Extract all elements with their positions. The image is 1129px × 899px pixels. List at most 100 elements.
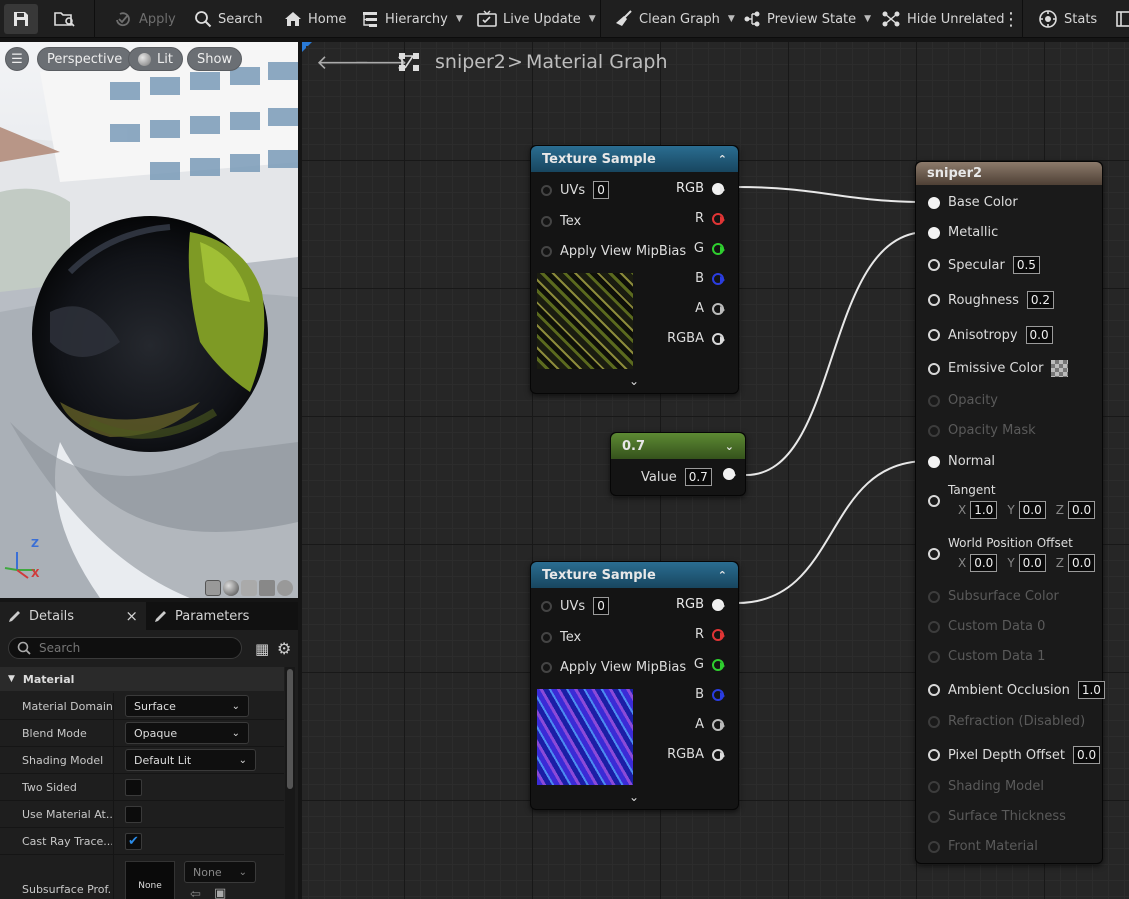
pdo-pin[interactable] (928, 749, 940, 761)
tangent-pin[interactable] (928, 495, 940, 507)
roughness-pin[interactable] (928, 294, 940, 306)
viewport-menu-button[interactable]: ☰ (5, 47, 29, 71)
preview-state-button[interactable]: Preview State ▼ (743, 0, 871, 38)
b-output-pin[interactable] (712, 688, 725, 701)
rgba-output-pin[interactable] (712, 332, 725, 345)
uvs-value[interactable]: 0 (593, 597, 609, 615)
ao-value[interactable]: 1.0 (1077, 681, 1105, 699)
material-domain-dropdown[interactable]: Surface ⌄ (125, 695, 249, 717)
tex-pin[interactable] (541, 216, 552, 227)
tangent-x-field[interactable]: 1.0 (970, 501, 998, 519)
cylinder-icon[interactable] (205, 580, 221, 596)
value-output-pin[interactable] (723, 468, 736, 480)
wpo-x-field[interactable]: 0.0 (970, 554, 998, 572)
details-scrollbar-track[interactable] (285, 667, 295, 899)
cube-icon[interactable] (259, 580, 275, 596)
plane-icon[interactable] (241, 580, 257, 596)
shading-model-dropdown[interactable]: Default Lit ⌄ (125, 749, 256, 771)
live-update-button[interactable]: Live Update ▼ (477, 0, 596, 38)
material-result-node[interactable]: sniper2 Base Color Metallic Specular 0.5 … (915, 161, 1105, 864)
constant-node[interactable]: 0.7 ⌄ Value 0.7 (610, 432, 746, 496)
stats-button[interactable]: Stats (1038, 0, 1097, 38)
wpo-y-field[interactable]: 0.0 (1018, 554, 1046, 572)
tab-parameters[interactable]: Parameters (146, 602, 257, 630)
tangent-y-field[interactable]: 0.0 (1018, 501, 1046, 519)
cast-ray-traced-shadows-checkbox[interactable]: ✔ (125, 833, 142, 850)
show-button[interactable]: Show (187, 47, 243, 71)
material-graph[interactable]: 🡐 🡒 sniper2 > Material Graph Texture Sam… (302, 42, 1129, 899)
preview-viewport[interactable]: Z X ☰ Perspective Lit Show (0, 42, 298, 598)
g-output-pin[interactable] (712, 242, 725, 255)
hide-unrelated-button[interactable]: Hide Unrelated (881, 0, 1005, 38)
collapse-icon[interactable]: ⌃ (718, 569, 727, 582)
expand-icon[interactable]: ⌄ (629, 790, 639, 804)
constant-header[interactable]: 0.7 ⌄ (611, 433, 745, 459)
chevron-down-icon[interactable]: ⌄ (725, 440, 734, 453)
material-section-header[interactable]: ▼ Material (0, 667, 284, 691)
roughness-value[interactable]: 0.2 (1026, 291, 1055, 309)
rgb-output-pin[interactable] (712, 182, 725, 195)
emissive-pin[interactable] (928, 362, 940, 375)
value-field[interactable]: 0.7 (684, 468, 712, 486)
uvs-pin[interactable] (541, 184, 552, 196)
specular-value[interactable]: 0.5 (1012, 256, 1040, 274)
home-button[interactable]: Home (284, 0, 346, 38)
collapse-icon[interactable]: ⌃ (718, 153, 727, 166)
two-sided-checkbox[interactable] (125, 779, 142, 796)
tex-pin[interactable] (541, 632, 552, 643)
ao-pin[interactable] (928, 684, 940, 696)
expand-icon[interactable]: ⌄ (629, 374, 639, 388)
details-search[interactable] (8, 637, 242, 659)
use-material-attributes-checkbox[interactable] (125, 806, 142, 823)
uvs-pin[interactable] (541, 600, 552, 612)
table-view-icon[interactable]: ▦ (255, 640, 269, 658)
tangent-z-field[interactable]: 0.0 (1068, 501, 1096, 519)
hierarchy-button[interactable]: Hierarchy ▼ (361, 0, 463, 38)
perspective-button[interactable]: Perspective (37, 47, 133, 71)
lit-button[interactable]: Lit (128, 47, 183, 71)
g-output-pin[interactable] (712, 658, 725, 671)
search-button[interactable]: Search (194, 0, 263, 38)
texture-sample-node-1[interactable]: Texture Sample ⌃ UVs 0 Tex Apply View Mip… (530, 145, 739, 394)
details-scrollbar-thumb[interactable] (287, 669, 293, 789)
tab-details[interactable]: Details × (0, 602, 146, 630)
b-output-pin[interactable] (712, 272, 725, 285)
subsurface-profile-thumbnail[interactable]: None (125, 861, 175, 899)
metallic-pin[interactable] (928, 226, 940, 239)
browse-button[interactable] (54, 0, 76, 38)
panel-toggle-button[interactable] (1116, 0, 1129, 38)
wpo-z-field[interactable]: 0.0 (1068, 554, 1096, 572)
texture-sample-node-2[interactable]: Texture Sample ⌃ UVs 0 Tex Apply View Mip… (530, 561, 739, 810)
more-options-button[interactable]: ⋮ (1002, 0, 1020, 38)
texture-sample-header[interactable]: Texture Sample ⌃ (531, 146, 738, 172)
teapot-icon[interactable] (277, 580, 293, 596)
sphere-icon[interactable] (223, 580, 239, 596)
blend-mode-dropdown[interactable]: Opaque ⌄ (125, 722, 249, 744)
a-output-pin[interactable] (712, 718, 725, 731)
save-button[interactable] (4, 4, 38, 34)
wpo-pin[interactable] (928, 548, 940, 560)
texture-sample-header[interactable]: Texture Sample ⌃ (531, 562, 738, 588)
r-output-pin[interactable] (712, 628, 725, 641)
browse-folder-icon[interactable]: ▣ (214, 886, 226, 899)
rgb-output-pin[interactable] (712, 598, 725, 611)
a-output-pin[interactable] (712, 302, 725, 315)
mipbias-pin[interactable] (541, 662, 552, 673)
r-output-pin[interactable] (712, 212, 725, 225)
anisotropy-value[interactable]: 0.0 (1025, 326, 1053, 344)
subsurface-profile-dropdown[interactable]: None ⌄ (184, 861, 256, 883)
details-search-input[interactable] (39, 641, 219, 655)
uvs-value[interactable]: 0 (593, 181, 609, 199)
base-color-pin[interactable] (928, 196, 940, 209)
normal-pin[interactable] (928, 455, 940, 468)
pdo-value[interactable]: 0.0 (1073, 746, 1101, 764)
rgba-output-pin[interactable] (712, 748, 725, 761)
apply-button[interactable]: Apply (113, 0, 176, 38)
emissive-swatch[interactable] (1051, 360, 1069, 377)
mipbias-pin[interactable] (541, 246, 552, 257)
use-selected-icon[interactable]: ⇦ (190, 887, 201, 899)
material-node-header[interactable]: sniper2 (916, 162, 1102, 185)
clean-graph-button[interactable]: Clean Graph ▼ (615, 0, 735, 38)
settings-icon[interactable]: ⚙ (277, 639, 291, 658)
close-icon[interactable]: × (125, 607, 138, 625)
